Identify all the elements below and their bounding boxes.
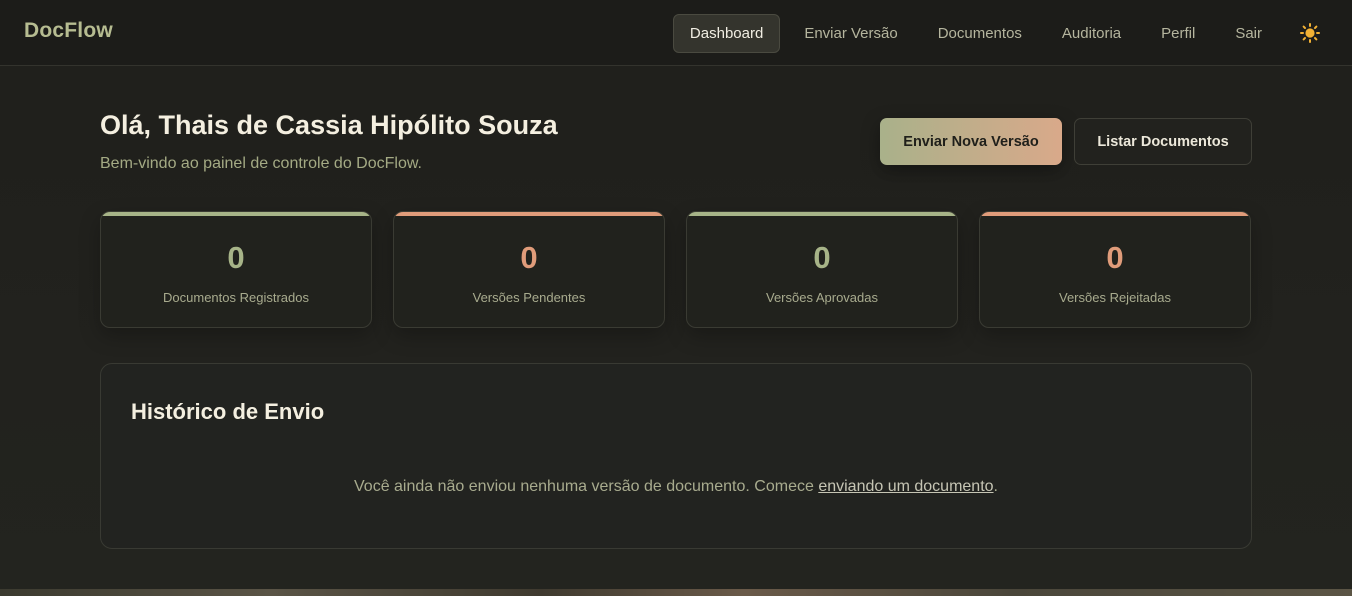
stat-card-documentos-registrados: 0 Documentos Registrados [100, 211, 372, 328]
stat-card-versoes-aprovadas: 0 Versões Aprovadas [686, 211, 958, 328]
main-nav: Dashboard Enviar Versão Documentos Audit… [672, 0, 1352, 66]
nav-item-enviar-versao[interactable]: Enviar Versão [788, 15, 913, 52]
history-title: Histórico de Envio [131, 399, 325, 424]
top-navbar: DocFlow Dashboard Enviar Versão Document… [0, 0, 1352, 66]
page-title-greeting: Olá, Thais de Cassia Hipólito Souza [100, 110, 558, 140]
list-documents-button[interactable]: Listar Documentos [1074, 118, 1252, 165]
nav-item-dashboard[interactable]: Dashboard [672, 13, 781, 53]
page-subtitle: Bem-vindo ao painel de controle do DocFl… [100, 155, 422, 172]
stat-value: 0 [1106, 240, 1124, 275]
footer-background-strip [0, 589, 1352, 596]
history-panel: Histórico de Envio Você ainda não enviou… [100, 363, 1252, 549]
history-empty-text: Você ainda não enviou nenhuma versão de … [354, 478, 819, 495]
stat-card-versoes-rejeitadas: 0 Versões Rejeitadas [979, 211, 1251, 328]
stat-label: Versões Aprovadas [765, 290, 879, 305]
history-empty-message: Você ainda não enviou nenhuma versão de … [101, 478, 1251, 496]
stat-label: Versões Pendentes [472, 290, 586, 305]
nav-item-perfil[interactable]: Perfil [1145, 15, 1211, 52]
stat-label: Documentos Registrados [163, 290, 309, 305]
stat-value: 0 [227, 240, 245, 275]
stat-label: Versões Rejeitadas [1058, 290, 1171, 305]
sun-icon-graphic [1300, 23, 1320, 43]
history-empty-suffix: . [993, 478, 998, 495]
send-new-version-button[interactable]: Enviar Nova Versão [880, 118, 1062, 165]
sun-icon[interactable] [1300, 23, 1320, 43]
stat-card-versoes-pendentes: 0 Versões Pendentes [393, 211, 665, 328]
nav-item-auditoria[interactable]: Auditoria [1046, 15, 1137, 52]
stat-value: 0 [813, 240, 831, 275]
stat-value: 0 [520, 240, 538, 275]
brand-logo[interactable]: DocFlow [24, 19, 113, 43]
nav-item-documentos[interactable]: Documentos [922, 15, 1038, 52]
nav-item-sair[interactable]: Sair [1219, 15, 1278, 52]
send-document-link[interactable]: enviando um documento [818, 478, 993, 495]
